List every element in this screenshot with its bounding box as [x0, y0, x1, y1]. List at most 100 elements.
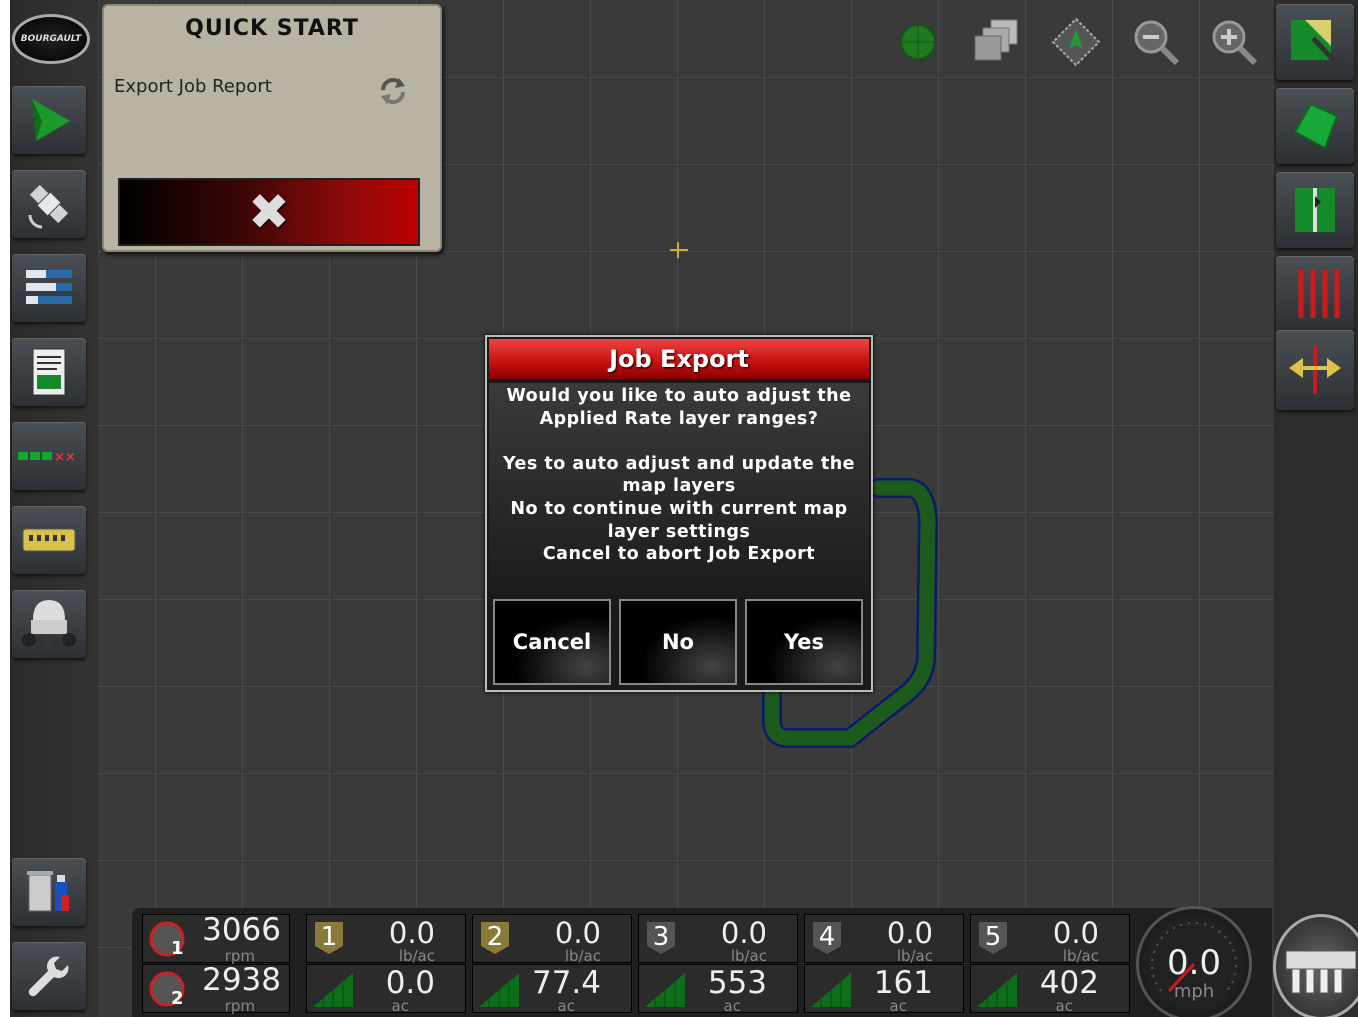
speed-value: 0.0 — [1166, 943, 1222, 983]
fan-number: 1 — [171, 938, 184, 959]
field-boundary-icon — [1293, 102, 1339, 150]
view-icon — [1051, 17, 1101, 67]
field-boundary-button[interactable] — [1276, 88, 1354, 164]
quick-start-close-button[interactable]: ✖ — [118, 178, 420, 246]
gps-status[interactable] — [892, 16, 944, 68]
brand-logo-text: BOURGAULT — [20, 34, 82, 44]
sections-icon: ×× — [18, 450, 76, 465]
layers-icon — [974, 19, 1018, 61]
fan-speed-value: 2938 — [202, 962, 281, 998]
product-rate-unit: lb/ac — [398, 947, 435, 965]
product-area-unit: ac — [557, 997, 575, 1015]
yes-button[interactable]: Yes — [745, 599, 863, 685]
zoom-in-button[interactable] — [1208, 16, 1260, 68]
document-icon — [32, 348, 66, 396]
coverage-ramp-icon — [811, 973, 851, 1007]
view-button[interactable] — [1050, 16, 1102, 68]
product-badge: 4 — [811, 920, 843, 956]
dialog-line: layer settings — [607, 521, 751, 542]
quick-start-panel: QUICK START Export Job Report ✖ — [102, 4, 442, 252]
zoom-in-icon — [1212, 20, 1258, 66]
dialog-title: Job Export — [489, 339, 869, 379]
report-button[interactable] — [12, 338, 86, 406]
nudge-button[interactable] — [1276, 330, 1354, 410]
map-pencil-icon — [1291, 20, 1339, 66]
product-3-rate-cell[interactable]: 3 0.0 lb/ac — [638, 914, 798, 965]
usb-button[interactable] — [12, 858, 86, 926]
guidance-arrow-icon — [32, 99, 70, 141]
map-edit-button[interactable] — [1276, 4, 1354, 80]
no-button[interactable]: No — [619, 599, 737, 685]
fan-speed-unit: rpm — [224, 997, 255, 1015]
left-toolbar: BOURGAULT ×× — [10, 0, 98, 1017]
product-4-rate-cell[interactable]: 4 0.0 lb/ac — [804, 914, 964, 965]
guide-lines-button[interactable] — [1276, 256, 1354, 332]
cancel-button[interactable]: Cancel — [493, 599, 611, 685]
quick-start-title: QUICK START — [185, 16, 359, 41]
product-badge: 3 — [645, 920, 677, 956]
product-badge: 5 — [977, 920, 1009, 956]
fan-2-cell[interactable]: 2 2938 rpm — [142, 962, 290, 1015]
product-badge: 2 — [479, 920, 511, 956]
bars-icon — [26, 270, 72, 304]
export-job-report-item[interactable]: Export Job Report — [114, 76, 272, 97]
product-rate-value: 0.0 — [388, 916, 435, 950]
job-export-dialog: Job Export Would you like to auto adjust… — [485, 335, 873, 692]
svg-text:××: ×× — [54, 450, 76, 465]
product-rate-unit: lb/ac — [896, 947, 933, 965]
right-toolbar — [1274, 0, 1358, 1017]
product-area-unit: ac — [723, 997, 741, 1015]
bars-button[interactable] — [12, 254, 86, 322]
product-rate-value: 0.0 — [886, 916, 933, 950]
product-1-rate-cell[interactable]: 1 0.0 lb/ac — [306, 914, 466, 965]
controller-icon — [22, 528, 76, 552]
dialog-line: Yes to auto adjust and update the — [502, 453, 856, 474]
product-area-unit: ac — [889, 997, 907, 1015]
product-area-value: 553 — [707, 965, 767, 1001]
product-2-area-cell[interactable]: 77.4 ac — [472, 964, 632, 1015]
wrench-icon — [28, 956, 69, 997]
product-5-rate-cell[interactable]: 5 0.0 lb/ac — [970, 914, 1130, 965]
dialog-line: Cancel to abort Job Export — [542, 544, 816, 565]
product-1-area-cell[interactable]: 0.0 ac — [306, 964, 466, 1014]
refresh-button[interactable] — [376, 76, 410, 106]
crosshair-icon — [670, 242, 688, 258]
gps-button[interactable] — [12, 170, 86, 238]
product-area-unit: ac — [1055, 997, 1073, 1015]
guide-lines-icon — [1298, 270, 1340, 318]
nudge-icon — [1289, 346, 1341, 394]
fan-1-cell[interactable]: 1 3066 rpm — [142, 913, 290, 964]
product-area-value: 161 — [873, 965, 933, 1001]
product-area-value: 77.4 — [531, 965, 601, 1001]
dialog-line: map layers — [622, 476, 736, 497]
trash-usb-icon — [27, 871, 69, 912]
screen: BOURGAULT ×× QUICK START Export Job Repo… — [10, 0, 1358, 1017]
speedometer: 0.0 mph — [1136, 906, 1252, 1017]
fan-icon: 1 — [149, 921, 185, 959]
tank-icon — [22, 600, 76, 647]
field-button[interactable] — [1276, 172, 1354, 248]
sections-button[interactable]: ×× — [12, 422, 86, 490]
tank-button[interactable] — [12, 590, 86, 658]
product-area-value: 0.0 — [385, 965, 435, 1001]
product-5-area-cell[interactable]: 402 ac — [970, 964, 1130, 1015]
guidance-button[interactable] — [12, 86, 86, 154]
settings-button[interactable] — [12, 942, 86, 1010]
coverage-ramp-icon — [977, 973, 1017, 1007]
layers-button[interactable] — [970, 16, 1022, 68]
close-icon: ✖ — [248, 183, 290, 241]
boom-button[interactable] — [1273, 914, 1358, 1017]
field-flag-icon — [1295, 188, 1335, 232]
product-rate-value: 0.0 — [1052, 916, 1099, 950]
product-rate-unit: lb/ac — [1062, 947, 1099, 965]
zoom-out-button[interactable] — [1130, 16, 1182, 68]
coverage-ramp-icon — [645, 973, 685, 1007]
satellite-icon — [28, 184, 69, 229]
controller-button[interactable] — [12, 506, 86, 574]
gps-status-icon — [900, 24, 936, 60]
product-3-area-cell[interactable]: 553 ac — [638, 964, 798, 1015]
product-number: 2 — [486, 922, 504, 952]
product-rate-unit: lb/ac — [730, 947, 767, 965]
product-4-area-cell[interactable]: 161 ac — [804, 964, 964, 1015]
product-2-rate-cell[interactable]: 2 0.0 lb/ac — [472, 914, 632, 964]
